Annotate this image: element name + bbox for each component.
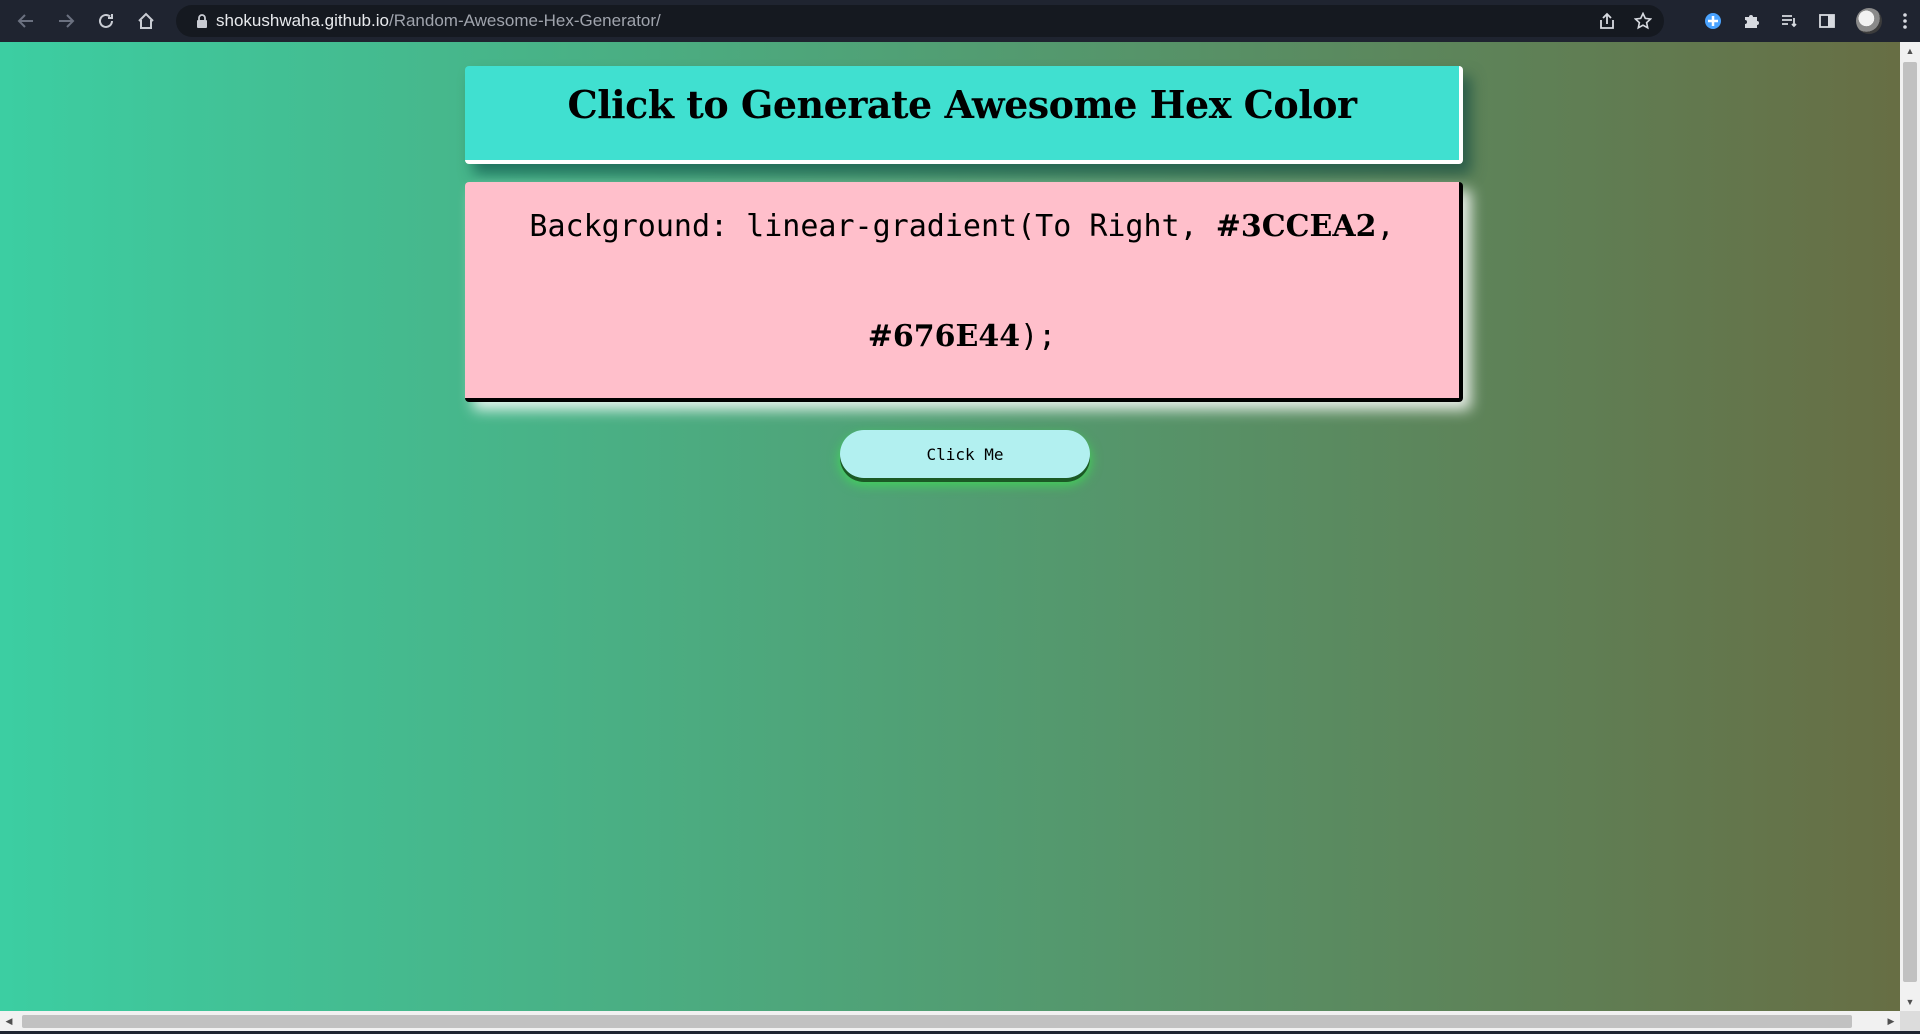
url-path: /Random-Awesome-Hex-Generator/	[388, 11, 661, 30]
browser-toolbar: shokushwaha.github.io/Random-Awesome-Hex…	[0, 0, 1920, 42]
scroll-down-icon[interactable]: ▼	[1900, 993, 1920, 1011]
share-icon[interactable]	[1598, 12, 1616, 30]
scrollbar-corner	[1900, 1011, 1920, 1031]
horizontal-scrollbar[interactable]: ◀ ▶	[0, 1011, 1900, 1031]
css-separator: ,	[1376, 209, 1395, 244]
scroll-right-icon[interactable]: ▶	[1882, 1011, 1900, 1031]
navigation-buttons	[0, 0, 166, 42]
forward-arrow-icon[interactable]	[46, 0, 86, 42]
profile-avatar[interactable]	[1856, 8, 1882, 34]
color-2-value: #676E44	[867, 319, 1021, 354]
page-title: Click to Generate Awesome Hex Color	[567, 82, 1357, 127]
url-text[interactable]: shokushwaha.github.io/Random-Awesome-Hex…	[216, 11, 661, 31]
css-output-text: Background: linear-gradient(To Right, #3…	[525, 210, 1399, 354]
css-output-line-2: #676E44);	[525, 320, 1399, 354]
extensions-area	[1704, 0, 1908, 42]
puzzle-icon[interactable]	[1742, 12, 1760, 30]
extension-icon[interactable]	[1704, 12, 1722, 30]
address-bar[interactable]: shokushwaha.github.io/Random-Awesome-Hex…	[176, 5, 1664, 37]
horizontal-scroll-thumb[interactable]	[22, 1015, 1852, 1028]
title-card: Click to Generate Awesome Hex Color	[465, 66, 1463, 164]
css-output-line-1: Background: linear-gradient(To Right, #3…	[525, 210, 1399, 244]
kebab-menu-icon[interactable]	[1902, 12, 1908, 30]
vertical-scroll-thumb[interactable]	[1903, 62, 1917, 982]
color-1-value: #3CCEA2	[1215, 209, 1377, 244]
css-prefix: Background: linear-gradient(To Right,	[529, 209, 1216, 244]
star-icon[interactable]	[1634, 12, 1652, 30]
lock-icon[interactable]	[188, 14, 216, 28]
click-me-button[interactable]: Click Me	[840, 430, 1090, 478]
back-arrow-icon[interactable]	[6, 0, 46, 42]
scroll-up-icon[interactable]: ▲	[1900, 42, 1920, 60]
page-viewport: Click to Generate Awesome Hex Color Back…	[0, 42, 1900, 1011]
home-icon[interactable]	[126, 0, 166, 42]
reading-list-icon[interactable]	[1780, 12, 1798, 30]
css-output-card: Background: linear-gradient(To Right, #3…	[465, 182, 1463, 402]
vertical-scrollbar[interactable]: ▲ ▼	[1900, 42, 1920, 1011]
address-bar-actions	[1598, 5, 1652, 37]
css-suffix: );	[1020, 319, 1057, 354]
scroll-left-icon[interactable]: ◀	[0, 1011, 18, 1031]
reload-icon[interactable]	[86, 0, 126, 42]
url-host: shokushwaha.github.io	[216, 11, 389, 30]
side-panel-icon[interactable]	[1818, 12, 1836, 30]
